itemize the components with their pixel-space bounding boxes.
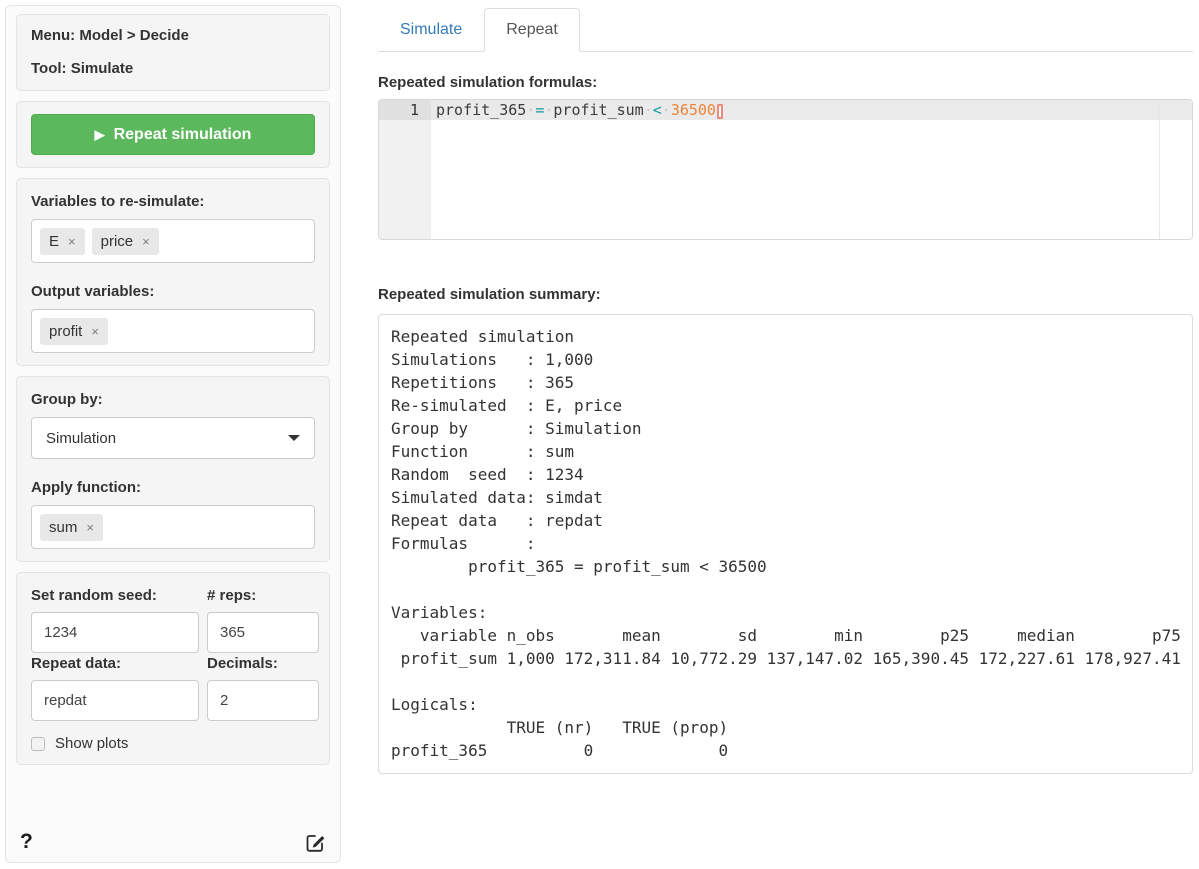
editor-gutter [379, 100, 431, 239]
tag-label: sum [49, 519, 77, 536]
repeat-data-label: Repeat data: [31, 655, 199, 672]
resim-label: Variables to re-simulate: [31, 193, 315, 210]
show-plots-row: Show plots [31, 735, 315, 752]
whitespace-dot [526, 101, 535, 119]
main-panel: Simulate Repeat Repeated simulation form… [378, 8, 1193, 774]
seed-input[interactable] [31, 612, 199, 653]
play-icon: ▶ [95, 128, 105, 141]
seed-label: Set random seed: [31, 587, 199, 604]
remove-icon[interactable]: × [68, 234, 76, 249]
code-token: profit_365 [436, 101, 526, 119]
show-plots-checkbox[interactable] [31, 737, 45, 751]
summary-output: Repeated simulation Simulations : 1,000 … [378, 314, 1193, 774]
text-cursor [717, 104, 723, 119]
apply-function-input[interactable]: sum × [31, 505, 315, 549]
variables-panel: Variables to re-simulate: E × price × Ou… [16, 178, 330, 366]
edit-report-icon[interactable] [305, 832, 326, 853]
decimals-input[interactable] [207, 680, 319, 721]
tag-label: E [49, 233, 59, 250]
group-by-value: Simulation [46, 430, 116, 447]
apply-function-label: Apply function: [31, 479, 315, 496]
menu-breadcrumb: Menu: Model > Decide [31, 27, 315, 45]
group-by-label: Group by: [31, 391, 315, 408]
editor-print-margin [1159, 100, 1160, 239]
remove-icon[interactable]: × [91, 324, 99, 339]
tag-profit[interactable]: profit × [40, 318, 108, 345]
reps-label: # reps: [207, 587, 319, 604]
sidebar: Menu: Model > Decide Tool: Simulate ▶ Re… [5, 5, 341, 863]
tool-label: Tool: Simulate [31, 60, 315, 78]
sidebar-footer: ? [20, 828, 326, 856]
run-panel: ▶ Repeat simulation [16, 101, 330, 168]
tab-repeat[interactable]: Repeat [484, 8, 580, 52]
decimals-label: Decimals: [207, 655, 319, 672]
tag-E[interactable]: E × [40, 228, 85, 255]
remove-icon[interactable]: × [142, 234, 150, 249]
show-plots-label[interactable]: Show plots [55, 735, 128, 752]
code-token: < [653, 101, 662, 119]
formulas-heading: Repeated simulation formulas: [378, 74, 1193, 91]
tag-label: profit [49, 323, 82, 340]
caret-down-icon [288, 435, 300, 441]
line-number: 1 [379, 100, 419, 120]
whitespace-dot [644, 101, 653, 119]
whitespace-dot [662, 101, 671, 119]
code-token: profit_sum [553, 101, 643, 119]
summary-text: Repeated simulation Simulations : 1,000 … [391, 325, 1184, 762]
formula-editor[interactable]: 1 profit_365=profit_sum<36500 [378, 99, 1193, 240]
menu-info-panel: Menu: Model > Decide Tool: Simulate [16, 14, 330, 91]
tab-simulate[interactable]: Simulate [378, 8, 484, 52]
settings-panel: Set random seed: # reps: Repeat data: De… [16, 572, 330, 765]
tag-label: price [101, 233, 134, 250]
tag-price[interactable]: price × [92, 228, 159, 255]
summary-heading: Repeated simulation summary: [378, 286, 1193, 303]
output-vars-label: Output variables: [31, 283, 315, 300]
code-token: 36500 [671, 101, 716, 119]
repeat-simulation-button[interactable]: ▶ Repeat simulation [31, 114, 315, 155]
grouping-panel: Group by: Simulation Apply function: sum… [16, 376, 330, 562]
output-vars-input[interactable]: profit × [31, 309, 315, 353]
group-by-select[interactable]: Simulation [31, 417, 315, 459]
tab-bar: Simulate Repeat [378, 8, 1193, 52]
tag-sum[interactable]: sum × [40, 514, 103, 541]
remove-icon[interactable]: × [86, 520, 94, 535]
help-icon[interactable]: ? [20, 830, 33, 854]
repeat-data-input[interactable] [31, 680, 199, 721]
repeat-simulation-button-label: Repeat simulation [114, 126, 252, 144]
reps-input[interactable] [207, 612, 319, 653]
formula-code-line[interactable]: profit_365=profit_sum<36500 [436, 100, 723, 120]
resim-input[interactable]: E × price × [31, 219, 315, 263]
